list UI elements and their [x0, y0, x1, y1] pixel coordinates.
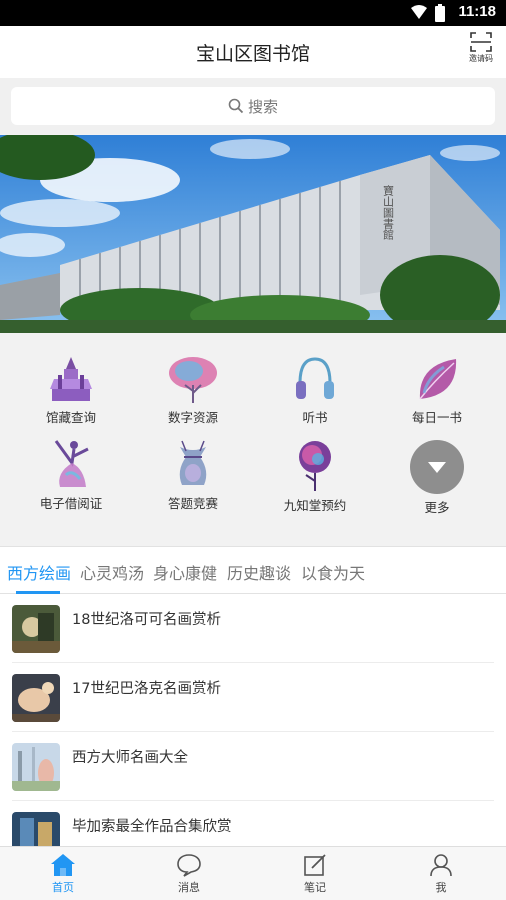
status-indicators: 11:18: [410, 3, 496, 22]
nav-home[interactable]: 首页: [0, 853, 126, 895]
svg-text:寶山圖書館: 寶山圖書館: [382, 184, 395, 241]
banner-image[interactable]: 寶山圖書館: [0, 135, 506, 333]
user-icon: [430, 854, 452, 877]
feature-label: 答题竞赛: [167, 496, 218, 511]
palace-icon: [50, 357, 92, 401]
list-item[interactable]: 西方大师名画大全: [0, 732, 506, 801]
feature-daily-book[interactable]: 每日一书: [374, 355, 500, 445]
feature-label: 电子借阅证: [39, 496, 103, 511]
scan-label: 邀请码: [469, 54, 493, 63]
headphones-icon: [296, 357, 334, 399]
article-thumbnail: [12, 674, 60, 722]
search-input[interactable]: 搜索: [11, 87, 495, 125]
search-placeholder: 搜索: [247, 97, 278, 116]
article-thumbnail: [12, 743, 60, 791]
feature-audiobooks[interactable]: 听书: [252, 355, 378, 445]
feature-label: 九知堂预约: [283, 498, 347, 513]
tab-food[interactable]: 以食为天: [301, 560, 365, 584]
article-thumbnail: [12, 605, 60, 653]
feature-reading-hall-booking[interactable]: 九知堂预约: [252, 439, 378, 529]
feature-label: 听书: [302, 410, 328, 425]
bottom-nav: 首页 消息 笔记 我: [0, 846, 506, 900]
leaf-icon: [419, 359, 457, 400]
article-title: 西方大师名画大全: [72, 750, 188, 766]
rose-icon: [299, 441, 331, 491]
feature-digital-resources[interactable]: 数字资源: [130, 355, 256, 445]
article-title: 毕加索最全作品合集欣赏: [72, 819, 232, 835]
nav-me[interactable]: 我: [378, 853, 504, 895]
feature-collection-search[interactable]: 馆藏查询: [8, 355, 134, 445]
tab-chicken-soup[interactable]: 心灵鸡汤: [80, 560, 144, 584]
app-header: 宝山区图书馆 邀请码: [0, 26, 506, 78]
search-area: 搜索: [0, 78, 506, 134]
wifi-icon: [410, 4, 428, 20]
feature-grid: 馆藏查询 数字资源 听书 每日一书 电子借阅证 答题竞赛 九知堂预约 更多: [0, 333, 506, 529]
message-icon: [177, 854, 201, 877]
tab-history[interactable]: 历史趣谈: [227, 560, 291, 584]
nav-label: 笔记: [304, 881, 326, 894]
article-list: 18世纪洛可可名画赏析 17世纪巴洛克名画赏析 西方大师名画大全 毕加索最全作品…: [0, 594, 506, 846]
feature-e-library-card[interactable]: 电子借阅证: [8, 439, 134, 529]
feature-label: 更多: [424, 500, 450, 515]
dancer-icon: [54, 440, 89, 487]
search-icon: [228, 98, 244, 114]
nav-messages[interactable]: 消息: [126, 853, 252, 895]
status-bar: 11:18: [0, 0, 506, 26]
article-title: 18世纪洛可可名画赏析: [72, 612, 221, 628]
list-item[interactable]: 18世纪洛可可名画赏析: [0, 594, 506, 663]
feature-label: 每日一书: [411, 410, 462, 425]
category-tabs: 西方绘画 心灵鸡汤 身心康健 历史趣谈 以食为天: [0, 546, 506, 594]
battery-icon: [434, 3, 452, 22]
status-time: 11:18: [458, 3, 496, 20]
scan-icon: [470, 32, 492, 52]
tree-icon: [169, 357, 217, 403]
note-icon: [304, 854, 326, 876]
nav-label: 我: [435, 881, 447, 894]
nav-label: 首页: [52, 881, 74, 894]
article-title: 17世纪巴洛克名画赏析: [72, 681, 221, 697]
list-item[interactable]: 17世纪巴洛克名画赏析: [0, 663, 506, 732]
nav-label: 消息: [178, 881, 200, 894]
feature-label: 数字资源: [167, 410, 218, 425]
chevron-down-icon: [410, 440, 464, 494]
home-icon: [51, 854, 75, 876]
pouch-icon: [179, 440, 207, 485]
tab-western-painting[interactable]: 西方绘画: [7, 560, 71, 584]
list-item[interactable]: 毕加索最全作品合集欣赏: [0, 801, 506, 846]
tab-health[interactable]: 身心康健: [153, 560, 217, 584]
article-thumbnail: [12, 812, 60, 846]
nav-notes[interactable]: 笔记: [252, 853, 378, 895]
feature-more[interactable]: 更多: [374, 439, 500, 529]
feature-quiz-contest[interactable]: 答题竞赛: [130, 439, 256, 529]
page-title: 宝山区图书馆: [195, 43, 310, 65]
feature-label: 馆藏查询: [45, 410, 96, 425]
scan-button[interactable]: 邀请码: [468, 32, 494, 64]
